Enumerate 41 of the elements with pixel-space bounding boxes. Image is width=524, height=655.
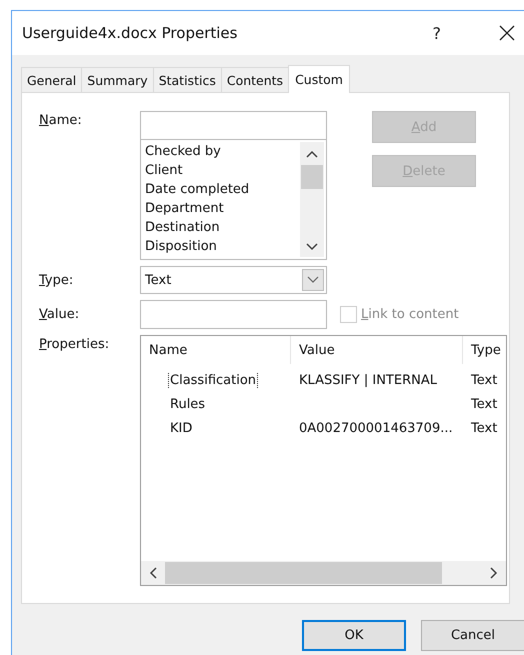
- list-item[interactable]: Department: [145, 199, 296, 218]
- property-type: Text: [471, 396, 498, 412]
- list-item[interactable]: Destination: [145, 218, 296, 237]
- chevron-down-icon: [307, 276, 319, 284]
- value-input[interactable]: [140, 300, 327, 329]
- help-button[interactable]: ?: [432, 24, 441, 42]
- column-header[interactable]: Name: [141, 336, 291, 364]
- property-value: KLASSIFY | INTERNAL: [299, 372, 437, 388]
- column-header[interactable]: Type: [463, 336, 506, 364]
- property-type: Text: [471, 372, 498, 388]
- horizontal-scrollbar[interactable]: [141, 561, 506, 585]
- list-item[interactable]: Checked by: [145, 142, 296, 161]
- scroll-right-icon[interactable]: [490, 567, 498, 579]
- list-item[interactable]: Client: [145, 161, 296, 180]
- window-title: Userguide4x.docx Properties: [22, 24, 238, 42]
- property-type: Text: [471, 420, 498, 436]
- tab[interactable]: Custom: [288, 65, 350, 93]
- properties-label: Properties:: [39, 336, 110, 352]
- close-icon[interactable]: [499, 25, 515, 41]
- column-header[interactable]: Value: [291, 336, 463, 364]
- property-name[interactable]: Rules: [168, 396, 208, 412]
- name-label: Name:: [39, 112, 83, 128]
- name-input[interactable]: [140, 111, 327, 140]
- list-item[interactable]: Disposition: [145, 237, 296, 256]
- scroll-thumb[interactable]: [165, 562, 442, 584]
- type-dropdown[interactable]: Text: [140, 266, 327, 294]
- property-name[interactable]: Classification: [168, 372, 258, 388]
- value-label: Value:: [39, 307, 80, 322]
- scroll-down-icon[interactable]: [306, 243, 318, 251]
- list-item[interactable]: Date completed: [145, 180, 296, 199]
- scroll-left-icon[interactable]: [149, 567, 157, 579]
- property-value: 0A002700001463709...: [299, 420, 453, 436]
- ok-button[interactable]: OK: [302, 620, 406, 651]
- link-to-content-label: Link to content: [361, 307, 459, 322]
- property-name[interactable]: KID: [168, 420, 194, 436]
- scroll-thumb[interactable]: [301, 165, 323, 189]
- type-label: Type:: [39, 272, 74, 288]
- tab[interactable]: General: [21, 67, 82, 92]
- cancel-button[interactable]: Cancel: [421, 620, 524, 651]
- scroll-up-icon[interactable]: [306, 150, 318, 158]
- scrollbar[interactable]: [300, 142, 324, 257]
